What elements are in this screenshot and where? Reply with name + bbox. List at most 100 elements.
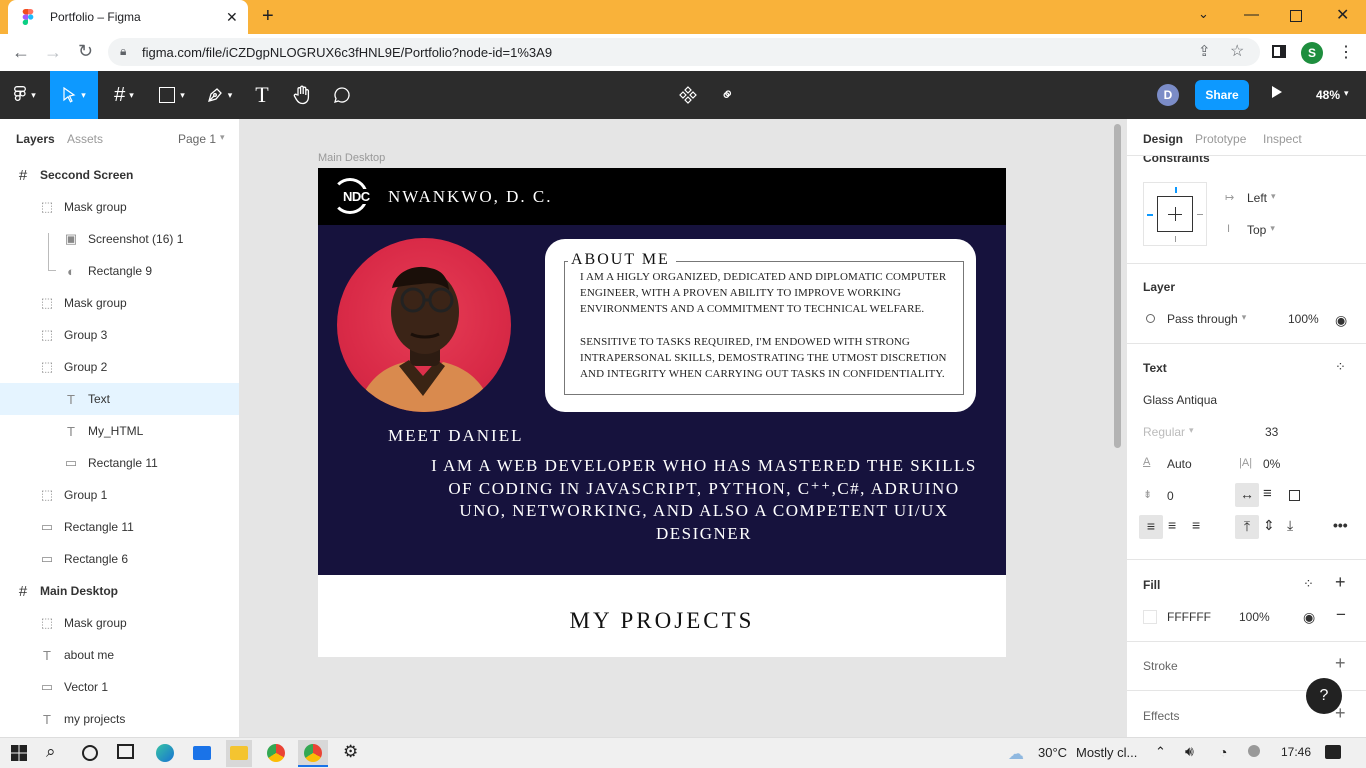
notification-icon[interactable] <box>1325 745 1341 759</box>
minimize-icon[interactable]: — <box>1244 6 1259 23</box>
layer-row[interactable]: ▣ Screenshot (16) 1 <box>0 223 239 255</box>
share-page-icon[interactable]: ⇪ <box>1198 42 1211 60</box>
letter-spacing[interactable]: 0% <box>1263 457 1280 471</box>
vertical-constraint-select[interactable]: Top ▾ <box>1247 223 1275 237</box>
blend-mode-select[interactable]: Pass through ▾ <box>1167 312 1246 326</box>
layer-opacity[interactable]: 100% <box>1288 312 1319 326</box>
shape-tool-button[interactable]: ▾ <box>152 71 192 119</box>
tab-assets[interactable]: Assets <box>67 132 103 146</box>
move-tool-button[interactable]: ▾ <box>50 71 98 119</box>
add-stroke-icon[interactable]: + <box>1335 653 1346 674</box>
fill-hex[interactable]: FFFFFF <box>1167 610 1211 624</box>
fill-styles-icon[interactable]: ⁘ <box>1303 576 1314 592</box>
figma-main-menu-button[interactable]: ▾ <box>6 71 44 119</box>
tray-expand-icon[interactable]: ⌃ <box>1155 744 1166 760</box>
tab-search-icon[interactable]: ⌄ <box>1198 6 1209 22</box>
back-icon[interactable]: ← <box>12 42 30 63</box>
font-weight-select[interactable]: Regular ▾ <box>1143 425 1194 439</box>
weather-text[interactable]: Mostly cl... <box>1076 745 1137 760</box>
more-options-icon[interactable]: ••• <box>1333 517 1348 533</box>
layer-row[interactable]: ▭ Rectangle 6 <box>0 543 239 575</box>
layer-row[interactable]: ⬚ Group 1 <box>0 479 239 511</box>
layer-row[interactable]: ▭ Rectangle 11 <box>0 447 239 479</box>
align-center-icon[interactable]: ≡ <box>1168 517 1176 533</box>
font-family[interactable]: Glass Antiqua <box>1143 393 1217 407</box>
layer-row[interactable]: # Seccond Screen <box>0 159 239 191</box>
constraints-widget[interactable] <box>1143 182 1207 246</box>
tab-layers[interactable]: Layers <box>16 132 55 146</box>
chrome-icon[interactable] <box>267 744 285 762</box>
line-height[interactable]: Auto <box>1167 457 1192 471</box>
canvas-scrollbar[interactable] <box>1114 124 1121 448</box>
layer-row[interactable]: ⬚ Group 2 <box>0 351 239 383</box>
layer-row[interactable]: ⬚ Mask group <box>0 287 239 319</box>
present-play-icon[interactable] <box>1272 86 1282 98</box>
cortana-icon[interactable] <box>82 745 98 761</box>
fill-color-swatch[interactable] <box>1143 610 1157 624</box>
align-bottom-icon[interactable]: ⤓ <box>1287 517 1293 534</box>
layer-row[interactable]: ▭ Vector 1 <box>0 671 239 703</box>
tab-close-icon[interactable]: ✕ <box>226 9 238 26</box>
profile-avatar[interactable]: S <box>1301 42 1323 64</box>
window-close-icon[interactable]: ✕ <box>1336 5 1349 25</box>
layer-row[interactable]: ◐ Rectangle 9 <box>0 255 239 287</box>
clock-time[interactable]: 17:46 <box>1281 745 1311 759</box>
align-right-icon[interactable]: ≡ <box>1192 517 1200 533</box>
horizontal-constraint-select[interactable]: Left ▾ <box>1247 191 1276 205</box>
restore-icon[interactable] <box>1290 10 1302 22</box>
bookmark-star-icon[interactable]: ☆ <box>1230 41 1244 61</box>
mail-icon[interactable] <box>193 746 211 760</box>
layer-row[interactable]: Tmy projects <box>0 703 239 735</box>
pen-tool-button[interactable]: ▾ <box>198 71 240 119</box>
windows-start-icon[interactable] <box>11 745 27 761</box>
layer-row[interactable]: T Text <box>0 383 239 415</box>
layer-row[interactable]: ▭ Rectangle 11 <box>0 511 239 543</box>
fixed-size-icon[interactable] <box>1289 490 1300 501</box>
layer-row[interactable]: ⬚ Group 3 <box>0 319 239 351</box>
zoom-menu[interactable]: 48% ▾ <box>1316 88 1349 102</box>
add-fill-icon[interactable]: + <box>1335 572 1346 593</box>
tab-design[interactable]: Design <box>1143 132 1183 146</box>
fill-opacity[interactable]: 100% <box>1239 610 1270 624</box>
remove-fill-icon[interactable]: − <box>1336 605 1346 625</box>
share-button[interactable]: Share <box>1195 80 1249 110</box>
browser-menu-icon[interactable]: ⋮ <box>1338 42 1354 62</box>
profile-photo[interactable] <box>337 238 511 412</box>
tab-inspect[interactable]: Inspect <box>1263 132 1302 146</box>
align-top-icon[interactable]: ⤒ <box>1235 515 1259 539</box>
font-size[interactable]: 33 <box>1265 425 1278 439</box>
text-tool-button[interactable]: T <box>248 71 276 119</box>
side-panel-icon[interactable] <box>1272 45 1286 58</box>
hand-tool-button[interactable] <box>288 71 316 119</box>
layer-row[interactable]: ⬚ Mask group <box>0 607 239 639</box>
align-middle-icon[interactable]: ⇕ <box>1263 517 1275 534</box>
tab-prototype[interactable]: Prototype <box>1195 132 1246 146</box>
edge-icon[interactable] <box>156 744 174 762</box>
layer-row[interactable]: ⬚ Mask group <box>0 191 239 223</box>
visibility-eye-icon[interactable]: ◉ <box>1335 312 1347 329</box>
auto-width-icon[interactable]: ↔ <box>1235 483 1259 507</box>
layer-row[interactable]: Tabout me <box>0 639 239 671</box>
help-button[interactable]: ? <box>1306 678 1342 714</box>
settings-gear-icon[interactable]: ⚙ <box>343 742 358 762</box>
temperature[interactable]: 30°C <box>1038 745 1067 760</box>
layer-row[interactable]: T My_HTML <box>0 415 239 447</box>
task-view-icon[interactable] <box>117 744 134 759</box>
new-tab-icon[interactable]: + <box>262 5 274 28</box>
wifi-icon[interactable]: ◔ <box>1219 744 1227 760</box>
search-icon[interactable]: ⌕ <box>46 742 56 762</box>
user-avatar[interactable]: D <box>1157 84 1179 106</box>
frame-label[interactable]: Main Desktop <box>318 152 385 164</box>
components-button[interactable] <box>676 71 700 119</box>
volume-icon[interactable]: 🔊︎ <box>1185 743 1194 760</box>
text-styles-icon[interactable]: ⁘ <box>1335 359 1346 375</box>
intro-text[interactable]: I AM A WEB DEVELOPER WHO HAS MASTERED TH… <box>424 455 984 546</box>
network-icon[interactable] <box>1248 745 1260 757</box>
paragraph-spacing[interactable]: 0 <box>1167 489 1174 503</box>
fill-visibility-icon[interactable]: ◉ <box>1303 609 1315 626</box>
browser-tab[interactable]: Portfolio – Figma ✕ <box>8 0 248 34</box>
comment-tool-button[interactable] <box>328 71 356 119</box>
auto-height-icon[interactable]: ≡ <box>1263 485 1272 502</box>
align-left-icon[interactable]: ≡ <box>1139 515 1163 539</box>
link-button[interactable]: ⚭ <box>716 71 740 119</box>
